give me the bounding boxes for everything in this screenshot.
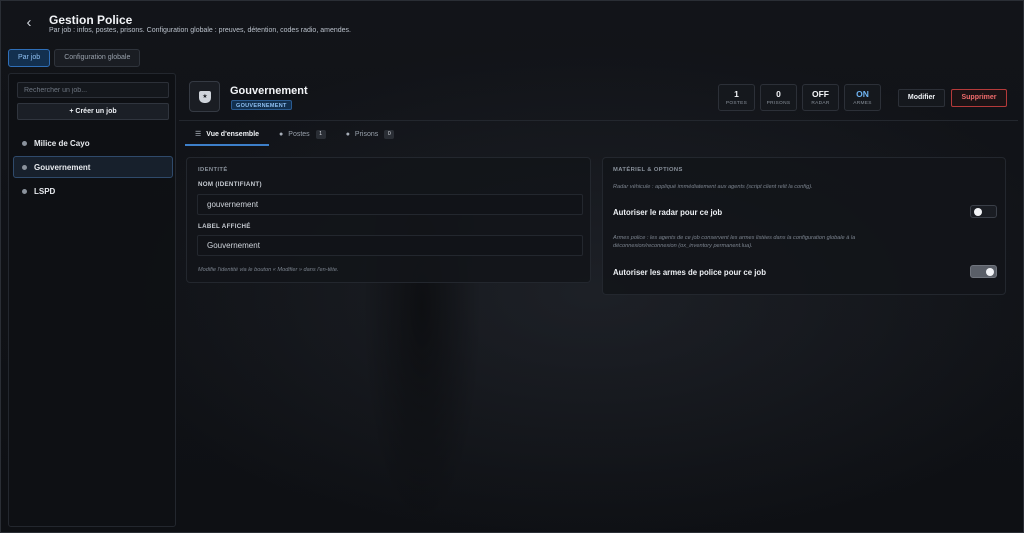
radar-option-label: Autoriser le radar pour ce job [613,208,723,217]
tab-postes[interactable]: ● Postes 1 [269,124,336,146]
job-detail: ★ Gouvernement GOUVERNEMENT 1 POSTES 0 P… [179,73,1018,527]
police-badge-icon: ★ [199,91,211,103]
sliders-icon: ☰ [195,131,202,138]
display-label-field-label: LABEL AFFICHÉ [198,223,251,230]
bullet-icon [22,140,27,146]
job-search-input[interactable] [17,82,169,98]
header: ‹ Gestion Police Par job : infos, postes… [1,1,1024,45]
job-sidebar: + Créer un job Milice de Cayo Gouverneme… [8,73,176,527]
identity-panel: IDENTITÉ NOM (IDENTIFIANT) gouvernement … [186,157,591,283]
toggle-knob [974,208,982,216]
job-badge: ★ [189,81,220,112]
job-tag-badge: GOUVERNEMENT [231,100,292,110]
stat-value: 0 [776,89,781,99]
name-field-label: NOM (IDENTIFIANT) [198,181,262,188]
job-sub-tabs: ☰ Vue d'ensemble ● Postes 1 ● Prisons 0 [185,124,404,146]
create-job-button[interactable]: + Créer un job [17,103,169,120]
stat-armes: ON ARMES [844,84,881,111]
weapons-hint-line-1: Armes police : les agents de ce job cons… [613,235,856,241]
tab-label: Vue d'ensemble [206,130,260,138]
tab-count-badge: 1 [315,129,326,139]
tab-prisons[interactable]: ● Prisons 0 [336,124,405,146]
toggle-knob [986,268,994,276]
location-pin-icon: ● [279,130,284,138]
stat-label: POSTES [725,101,748,106]
police-management-window: ‹ Gestion Police Par job : infos, postes… [0,0,1024,533]
job-item-gouvernement[interactable]: Gouvernement [13,156,173,178]
weapons-option-label: Autoriser les armes de police pour ce jo… [613,268,766,277]
chevron-left-icon[interactable]: ‹ [21,14,37,32]
stat-label: PRISONS [766,101,791,106]
tab-count-badge: 0 [384,129,395,139]
location-pin-icon: ● [345,130,350,138]
weapons-hint-line-2: déconnexion/reconnexion (ox_inventory pe… [613,243,753,249]
stat-label: RADAR [811,101,830,106]
job-item-label: Gouvernement [34,162,91,172]
tab-label: Prisons [354,130,379,138]
tab-vue-ensemble[interactable]: ☰ Vue d'ensemble [185,124,270,146]
options-panel: MATÉRIEL & OPTIONS Radar véhicule : appl… [602,157,1006,295]
stat-prisons: 0 PRISONS [760,84,797,111]
job-item-lspd[interactable]: LSPD [13,180,173,202]
stat-postes: 1 POSTES [718,84,755,111]
identity-hint: Modifie l'identité via le bouton « Modif… [198,267,339,273]
job-stats: 1 POSTES 0 PRISONS OFF RADAR ON ARMES [718,84,881,111]
bullet-icon [22,188,27,194]
top-tabs: Par job Configuration globale [8,49,141,67]
weapons-toggle[interactable] [970,265,997,278]
page-subtitle: Par job : infos, postes, prisons. Config… [49,27,351,34]
job-item-label: LSPD [34,186,56,196]
tab-configuration-globale[interactable]: Configuration globale [54,49,141,67]
identity-section-title: IDENTITÉ [198,167,228,173]
radar-toggle[interactable] [970,205,997,218]
job-item-milice-de-cayo[interactable]: Milice de Cayo [13,132,173,154]
page-title: Gestion Police [49,13,133,27]
stat-label: ARMES [853,101,872,106]
modify-button[interactable]: Modifier [898,89,945,107]
delete-button[interactable]: Supprimer [951,89,1007,107]
stat-value: ON [856,89,869,99]
tab-par-job[interactable]: Par job [8,49,51,67]
job-list: Milice de Cayo Gouvernement LSPD [13,132,173,204]
display-label-field[interactable]: Gouvernement [197,235,583,256]
stat-value: 1 [734,89,739,99]
stat-radar: OFF RADAR [802,84,839,111]
options-section-title: MATÉRIEL & OPTIONS [613,167,683,173]
radar-hint: Radar véhicule : appliqué immédiatement … [613,184,813,190]
name-field[interactable]: gouvernement [197,194,583,215]
job-item-label: Milice de Cayo [34,138,90,148]
stat-value: OFF [812,89,829,99]
job-header: ★ Gouvernement GOUVERNEMENT 1 POSTES 0 P… [179,73,1018,121]
job-name: Gouvernement [230,85,308,97]
bullet-icon [22,164,27,170]
tab-label: Postes [288,130,310,138]
